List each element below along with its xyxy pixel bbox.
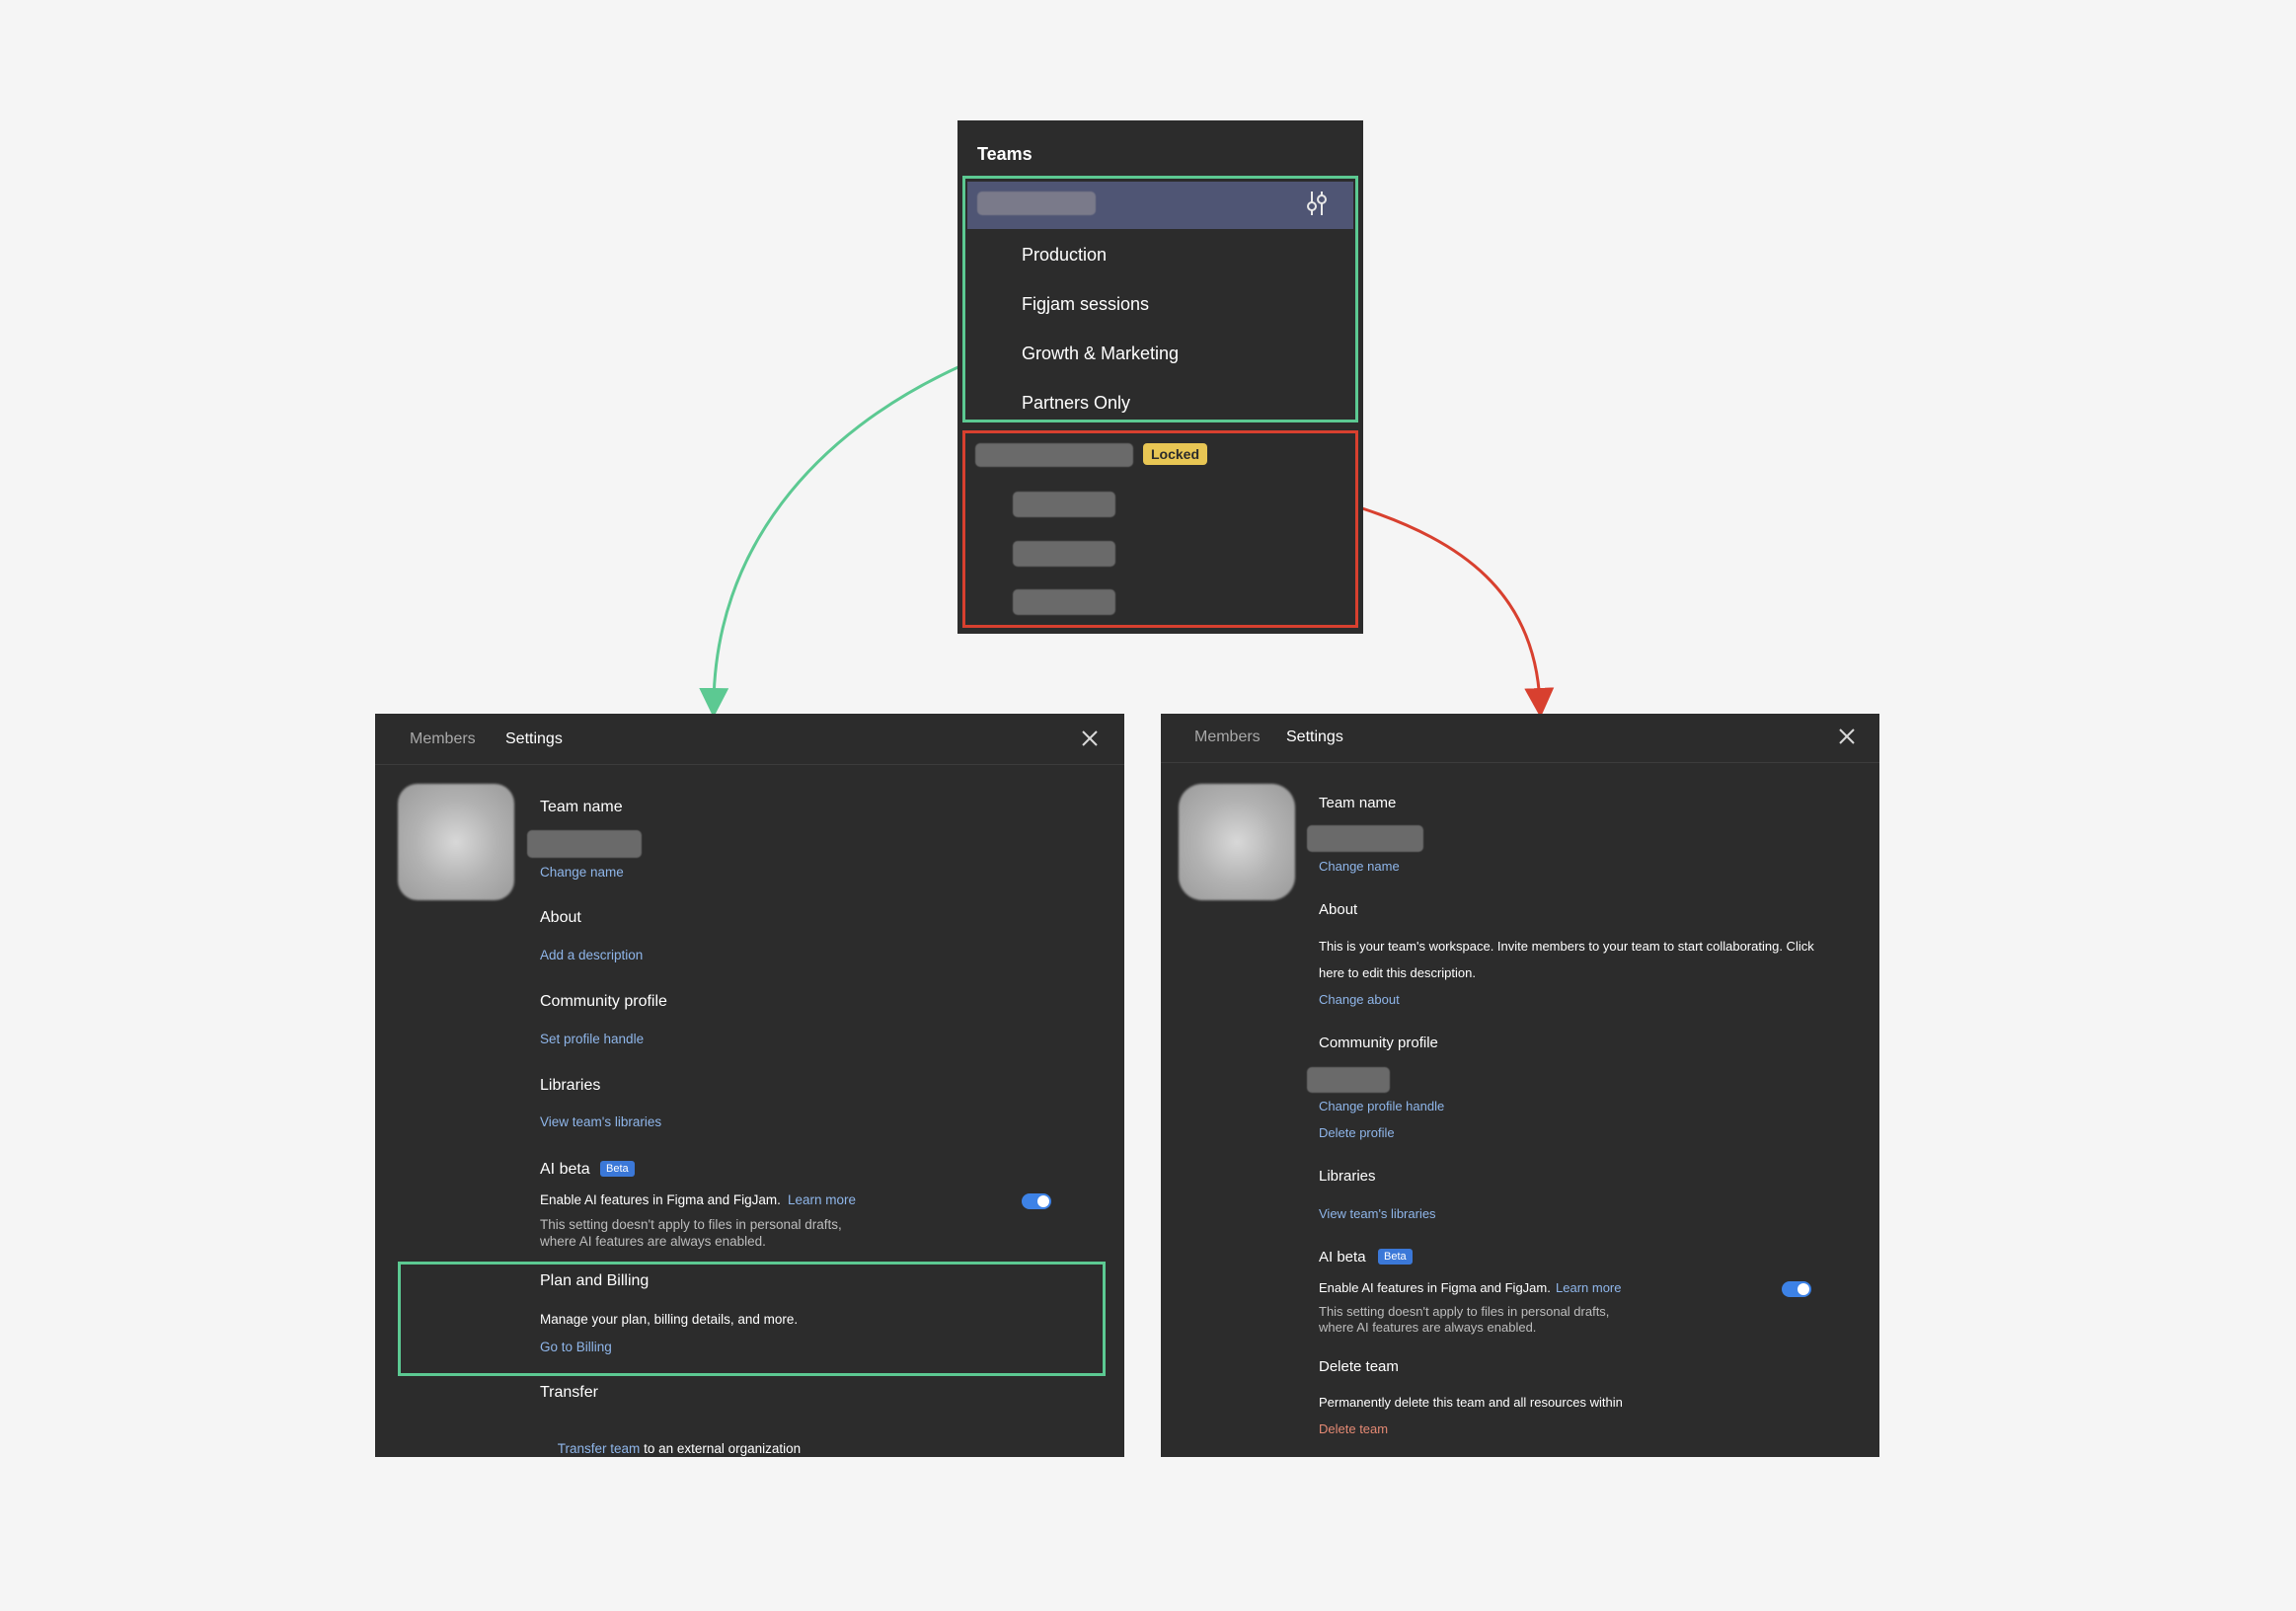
team-name-heading: Team name [1319,795,1397,811]
ai-beta-heading: AI beta [1319,1249,1366,1266]
about-heading: About [540,909,581,926]
team-avatar[interactable] [398,784,514,900]
green-arrow [699,363,963,718]
profile-handle-field[interactable] [1307,1067,1390,1093]
modal-header [375,714,1124,765]
learn-more-link[interactable]: Learn more [788,1192,856,1207]
learn-more-link[interactable]: Learn more [1556,1280,1621,1295]
ai-note-line2: where AI features are always enabled. [1319,1320,1537,1335]
view-libraries-link[interactable]: View team's libraries [540,1114,661,1129]
plan-billing-heading: Plan and Billing [540,1272,650,1289]
delete-profile-link[interactable]: Delete profile [1319,1125,1395,1140]
tab-settings[interactable]: Settings [1286,729,1343,746]
community-profile-heading: Community profile [1319,1035,1438,1051]
teams-title: Teams [977,144,1033,164]
team-settings-modal-right: Members Settings Team name Change name A… [1161,714,1879,1457]
ai-note-line1: This setting doesn't apply to files in p… [1319,1304,1610,1319]
beta-badge: Beta [600,1161,635,1177]
close-icon[interactable] [1836,726,1858,747]
beta-badge: Beta [1378,1249,1413,1265]
ai-beta-heading: AI beta [540,1161,590,1178]
set-profile-handle-link[interactable]: Set profile handle [540,1032,644,1046]
ai-toggle[interactable] [1022,1193,1051,1209]
about-text-line2: here to edit this description. [1319,965,1476,980]
ai-note-line1: This setting doesn't apply to files in p… [540,1217,842,1232]
team-name-heading: Team name [540,799,623,815]
delete-team-description: Permanently delete this team and all res… [1319,1395,1623,1410]
ai-toggle[interactable] [1782,1281,1811,1297]
libraries-heading: Libraries [540,1077,601,1094]
delete-team-heading: Delete team [1319,1358,1399,1375]
change-name-link[interactable]: Change name [540,865,624,880]
tab-settings[interactable]: Settings [505,730,563,748]
delete-team-link[interactable]: Delete team [1319,1421,1388,1436]
ai-description: Enable AI features in Figma and FigJam. [540,1192,781,1207]
about-text-line1: This is your team's workspace. Invite me… [1319,939,1814,954]
view-libraries-link[interactable]: View team's libraries [1319,1206,1436,1221]
ai-description: Enable AI features in Figma and FigJam. [1319,1280,1551,1295]
community-profile-heading: Community profile [540,993,667,1010]
team-avatar[interactable] [1179,784,1295,900]
add-description-link[interactable]: Add a description [540,948,643,962]
transfer-team-link[interactable]: Transfer team [558,1441,641,1456]
team-name-field[interactable] [527,830,642,858]
transfer-text: to an external organization [640,1441,802,1456]
team-name-field[interactable] [1307,825,1423,852]
tab-members[interactable]: Members [410,730,476,748]
libraries-heading: Libraries [1319,1168,1376,1185]
plan-billing-description: Manage your plan, billing details, and m… [540,1312,799,1327]
change-name-link[interactable]: Change name [1319,859,1400,874]
change-about-link[interactable]: Change about [1319,992,1400,1007]
modal-header [1161,714,1879,763]
ai-note-line2: where AI features are always enabled. [540,1234,766,1249]
transfer-heading: Transfer [540,1384,598,1401]
red-arrow [1361,506,1555,718]
highlight-active-team [962,176,1358,422]
about-heading: About [1319,901,1358,918]
change-profile-handle-link[interactable]: Change profile handle [1319,1099,1444,1113]
teams-panel: Teams Production Figjam sessions Growth … [957,120,1363,634]
tab-members[interactable]: Members [1194,729,1261,746]
team-settings-modal-left: Members Settings Team name Change name A… [375,714,1124,1457]
highlight-locked-team [962,430,1358,628]
go-to-billing-link[interactable]: Go to Billing [540,1340,612,1354]
close-icon[interactable] [1079,728,1101,749]
transfer-line: Transfer team to an external organizatio… [540,1422,801,1476]
